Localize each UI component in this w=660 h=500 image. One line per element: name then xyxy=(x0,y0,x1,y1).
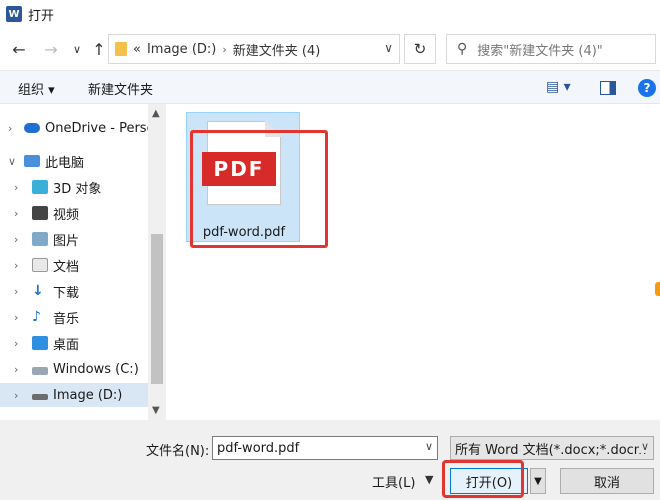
help-icon[interactable]: ? xyxy=(638,79,656,97)
document-icon xyxy=(32,258,48,272)
sidebar-item-label: 音乐 xyxy=(53,311,80,327)
scroll-down-icon[interactable]: ▼ xyxy=(152,405,160,416)
expand-chevron-icon[interactable]: › xyxy=(14,363,18,376)
address-bar[interactable]: « Image (D:) › 新建文件夹 (4) ∨ xyxy=(108,34,400,64)
sidebar-item-onedrive[interactable]: › OneDrive - Persc xyxy=(0,116,148,140)
title-bar: W 打开 xyxy=(0,0,660,28)
sidebar-item-image-d[interactable]: › Image (D:) xyxy=(0,383,148,407)
tools-dropdown-icon[interactable]: ▼ xyxy=(425,473,433,486)
drive-icon xyxy=(32,394,48,400)
dialog-footer: 文件名(N): pdf-word.pdf ∨ 所有 Word 文档(*.docx… xyxy=(0,420,660,500)
window-title: 打开 xyxy=(28,8,55,24)
filetype-dropdown-icon[interactable]: ∨ xyxy=(638,440,649,453)
word-app-icon: W xyxy=(6,6,22,22)
edge-marker xyxy=(655,282,660,296)
sidebar-item-label: 下载 xyxy=(53,285,80,301)
folder-icon xyxy=(115,42,127,56)
cube-icon xyxy=(32,180,48,194)
sidebar-item-label: 文档 xyxy=(53,259,80,275)
sidebar-item-desktop[interactable]: › 桌面 xyxy=(0,331,148,355)
expand-chevron-icon[interactable]: › xyxy=(14,311,18,324)
address-dropdown-icon[interactable]: ∨ xyxy=(384,41,393,55)
organize-button[interactable]: 组织 ▾ xyxy=(18,79,55,98)
filename-value: pdf-word.pdf xyxy=(217,440,300,456)
sidebar-item-label: Windows (C:) xyxy=(53,361,139,377)
expand-chevron-icon[interactable]: › xyxy=(14,285,18,298)
sidebar-item-label: Image (D:) xyxy=(53,387,123,403)
breadcrumb-drive[interactable]: Image (D:) xyxy=(147,42,216,57)
navigation-pane: › OneDrive - Persc ∨ 此电脑 › 3D 对象 › 视频 › … xyxy=(0,104,148,420)
annotation-highlight-file xyxy=(190,130,328,248)
sidebar-item-label: 桌面 xyxy=(53,337,80,353)
sidebar-item-this-pc[interactable]: ∨ 此电脑 xyxy=(0,149,148,173)
new-folder-button[interactable]: 新建文件夹 xyxy=(88,79,153,98)
search-placeholder: 搜索"新建文件夹 (4)" xyxy=(477,43,603,59)
filename-input[interactable]: pdf-word.pdf ∨ xyxy=(212,436,438,460)
sidebar-item-3d-objects[interactable]: › 3D 对象 xyxy=(0,175,148,199)
music-icon: ♪ xyxy=(32,309,41,325)
scroll-up-icon[interactable]: ▲ xyxy=(152,108,160,119)
sidebar-item-videos[interactable]: › 视频 xyxy=(0,201,148,225)
back-arrow-icon[interactable]: ← xyxy=(6,36,32,62)
expand-chevron-icon[interactable]: › xyxy=(8,122,12,135)
tools-button[interactable]: 工具(L) xyxy=(372,472,415,491)
filename-label: 文件名(N): xyxy=(146,444,210,459)
view-options-icon[interactable]: ▤ ▾ xyxy=(546,79,571,95)
forward-arrow-icon[interactable]: → xyxy=(38,36,64,62)
open-options-dropdown-icon[interactable]: ▼ xyxy=(530,468,546,494)
cancel-button[interactable]: 取消 xyxy=(560,468,654,494)
breadcrumb-separator-icon[interactable]: › xyxy=(222,43,226,56)
sidebar-item-label: 此电脑 xyxy=(45,155,85,171)
expand-chevron-icon[interactable]: › xyxy=(14,389,18,402)
video-icon xyxy=(32,206,48,220)
collapse-chevron-icon[interactable]: ∨ xyxy=(8,155,16,168)
filetype-value: 所有 Word 文档(*.docx;*.docm xyxy=(455,442,647,458)
command-toolbar: 组织 ▾ 新建文件夹 ▤ ▾ ? xyxy=(0,70,660,104)
refresh-button[interactable]: ↻ xyxy=(404,34,436,64)
drive-icon xyxy=(32,367,48,375)
expand-chevron-icon[interactable]: › xyxy=(14,337,18,350)
sidebar-item-pictures[interactable]: › 图片 xyxy=(0,227,148,251)
refresh-icon: ↻ xyxy=(413,40,427,58)
download-icon: ↓ xyxy=(32,283,44,299)
sidebar-item-downloads[interactable]: › ↓ 下载 xyxy=(0,279,148,303)
sidebar-item-label: 图片 xyxy=(53,233,80,249)
path-overflow[interactable]: « xyxy=(133,42,141,57)
computer-icon xyxy=(24,155,40,167)
filetype-select[interactable]: 所有 Word 文档(*.docx;*.docm ∨ xyxy=(450,436,654,460)
expand-chevron-icon[interactable]: › xyxy=(14,259,18,272)
annotation-highlight-open xyxy=(442,460,524,498)
sidebar-item-documents[interactable]: › 文档 xyxy=(0,253,148,277)
filename-dropdown-icon[interactable]: ∨ xyxy=(425,440,433,453)
expand-chevron-icon[interactable]: › xyxy=(14,233,18,246)
sidebar-item-label: 视频 xyxy=(53,207,80,223)
sidebar-item-music[interactable]: › ♪ 音乐 xyxy=(0,305,148,329)
scrollbar-thumb[interactable] xyxy=(151,234,163,384)
search-input[interactable]: ⚲ 搜索"新建文件夹 (4)" xyxy=(446,34,656,64)
cloud-icon xyxy=(24,123,40,133)
expand-chevron-icon[interactable]: › xyxy=(14,181,18,194)
sidebar-item-windows-c[interactable]: › Windows (C:) xyxy=(0,357,148,381)
expand-chevron-icon[interactable]: › xyxy=(14,207,18,220)
breadcrumb-folder[interactable]: 新建文件夹 (4) xyxy=(233,40,321,59)
search-icon: ⚲ xyxy=(457,41,468,57)
sidebar-item-label: OneDrive - Persc xyxy=(45,120,148,136)
picture-icon xyxy=(32,232,48,246)
sidebar-scrollbar[interactable]: ▲ ▼ xyxy=(148,104,166,420)
desktop-icon xyxy=(32,336,48,350)
navigation-bar: ← → ∨ ↑ « Image (D:) › 新建文件夹 (4) ∨ ↻ ⚲ 搜… xyxy=(0,28,660,70)
preview-pane-icon[interactable] xyxy=(600,81,616,95)
sidebar-item-label: 3D 对象 xyxy=(53,181,102,197)
